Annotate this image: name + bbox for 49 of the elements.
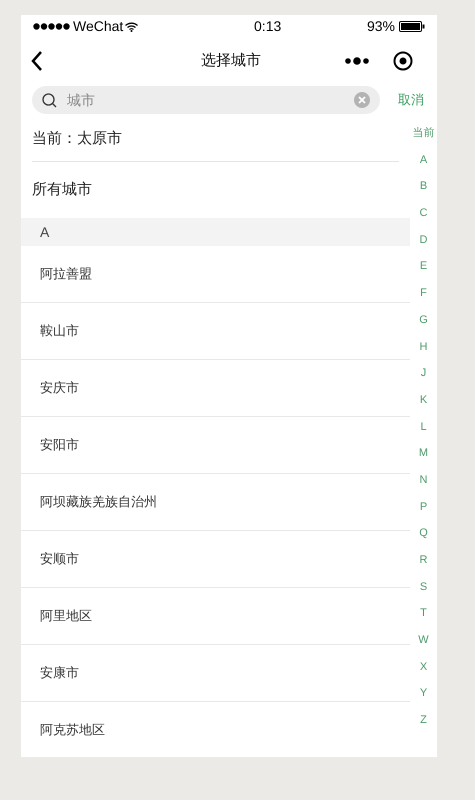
index-letter[interactable]: K: [420, 392, 428, 420]
index-letter[interactable]: X: [420, 660, 428, 686]
index-letter[interactable]: B: [420, 179, 428, 206]
index-letter[interactable]: A: [420, 152, 428, 180]
all-cities-heading: 所有城市: [32, 180, 92, 200]
index-letter[interactable]: Z: [420, 713, 427, 740]
city-item[interactable]: 阿里地区: [21, 588, 410, 645]
cancel-button[interactable]: 取消: [398, 90, 424, 110]
city-item[interactable]: 阿克苏地区: [21, 702, 410, 757]
index-letter[interactable]: W: [418, 633, 429, 660]
index-letter[interactable]: 当前: [412, 126, 434, 153]
record-icon[interactable]: [393, 51, 413, 71]
carrier-name: WeChat: [73, 17, 124, 36]
index-letter[interactable]: D: [420, 232, 428, 260]
city-item[interactable]: 鞍山市: [21, 303, 410, 360]
index-letter[interactable]: L: [420, 420, 427, 446]
index-letter[interactable]: P: [420, 500, 428, 526]
city-item[interactable]: 阿拉善盟: [21, 246, 410, 303]
index-letter[interactable]: C: [420, 206, 428, 233]
wifi-icon: [125, 22, 138, 32]
search-field[interactable]: 城市: [67, 90, 344, 110]
city-item[interactable]: 阿坝藏族羌族自治州: [21, 474, 410, 531]
index-letter[interactable]: T: [420, 606, 427, 634]
index-letter[interactable]: E: [420, 259, 428, 286]
battery-icon: [398, 21, 425, 32]
page-title: 选择城市: [201, 50, 261, 71]
index-letter[interactable]: S: [420, 580, 428, 606]
index-letter[interactable]: Y: [420, 686, 428, 714]
search-bar[interactable]: 城市: [32, 86, 380, 114]
search-icon: [42, 92, 57, 108]
city-item[interactable]: 安顺市: [21, 531, 410, 588]
index-letter[interactable]: R: [420, 553, 428, 580]
city-item[interactable]: 安庆市: [21, 360, 410, 417]
more-icon[interactable]: [345, 57, 369, 65]
index-letter[interactable]: G: [419, 312, 428, 340]
index-letter[interactable]: N: [420, 472, 428, 500]
index-letter[interactable]: Q: [419, 526, 428, 553]
section-header: A: [21, 218, 410, 246]
back-icon[interactable]: [31, 50, 43, 72]
status-time: 0:13: [254, 17, 282, 36]
index-letter[interactable]: F: [420, 286, 427, 313]
index-letter[interactable]: J: [420, 366, 426, 393]
index-letter[interactable]: H: [420, 340, 428, 366]
battery-percent: 93%: [366, 17, 395, 36]
city-item[interactable]: 安阳市: [21, 417, 410, 474]
current-city: 当前：太原市: [32, 129, 122, 150]
signal-icon: [33, 23, 71, 30]
city-item[interactable]: 安康市: [21, 645, 410, 702]
index-letter[interactable]: M: [418, 446, 428, 473]
